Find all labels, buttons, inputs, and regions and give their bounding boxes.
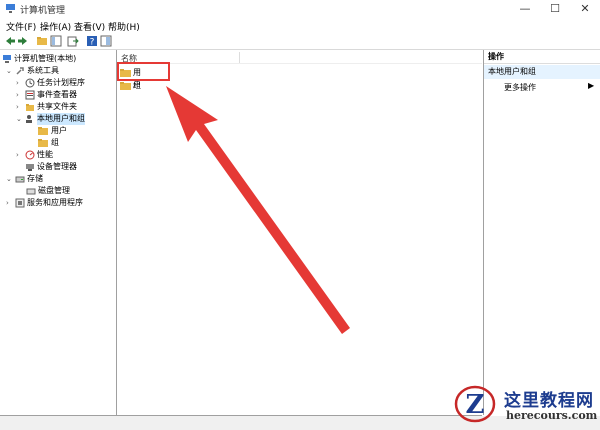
folder-up-icon[interactable] [36,35,48,47]
chevron-down-icon[interactable]: ⌄ [6,173,12,185]
back-icon[interactable] [4,35,16,47]
show-tree-icon[interactable] [50,35,62,47]
tree-storage[interactable]: ⌄ 存储 [6,173,116,185]
watermark-logo-icon: Z [454,385,496,423]
chevron-right-icon[interactable]: › [16,77,19,89]
more-actions-link[interactable]: 更多操作 [504,82,536,93]
help-icon[interactable]: ? [86,35,98,47]
panel-icon[interactable] [100,35,112,47]
tree-local-users-groups[interactable]: ⌄ 本地用户和组 [6,113,116,125]
actions-pane: 操作 本地用户和组 更多操作 ▶ [483,50,600,415]
chevron-down-icon[interactable]: ⌄ [6,65,12,77]
forward-icon[interactable] [17,35,29,47]
close-button[interactable]: ✕ [570,0,600,18]
tree-groups[interactable]: 组 [38,137,116,149]
clock-icon [25,78,35,88]
menu-action[interactable]: 操作(A) [40,20,71,33]
chevron-right-icon[interactable]: › [16,101,19,113]
services-icon [15,198,25,208]
tree-task-scheduler[interactable]: › 任务计划程序 [16,77,116,89]
computer-icon [3,55,11,63]
menu-view[interactable]: 查看(V) [74,20,105,33]
folder-icon [120,82,131,90]
menu-bar: 文件(F) 操作(A) 查看(V) 帮助(H) [0,18,600,33]
tree-event-viewer[interactable]: › 事件查看器 [16,89,116,101]
computer-management-icon [6,4,15,13]
actions-section-header[interactable]: 本地用户和组 [484,65,600,79]
export-icon[interactable] [67,35,79,47]
disk-icon [26,188,36,195]
help-glyph: ? [90,38,95,48]
tools-icon [16,67,24,75]
watermark-url: herecours.com [506,409,598,422]
event-log-icon [25,90,35,100]
folder-icon [38,139,48,147]
tree-device-manager[interactable]: 设备管理器 [16,161,116,173]
performance-icon [25,150,35,160]
folder-icon [38,127,48,135]
window-title: 计算机管理 [20,6,66,16]
users-icon [26,115,32,123]
chevron-right-icon[interactable]: › [16,89,19,101]
tree-users[interactable]: 用户 [38,125,116,137]
chevron-right-icon[interactable]: ▶ [588,81,594,90]
content-list: 名称 用户 组 [117,50,482,416]
column-separator[interactable] [239,52,240,63]
device-manager-icon [26,164,34,171]
minimize-button[interactable]: — [510,0,540,18]
tree-disk-management[interactable]: 磁盘管理 [26,185,116,197]
chevron-down-icon[interactable]: ⌄ [16,113,22,125]
maximize-button[interactable]: ☐ [540,0,570,18]
chevron-right-icon[interactable]: › [16,149,19,161]
toolbar: ? [0,33,600,50]
menu-help[interactable]: 帮助(H) [108,20,140,33]
chevron-right-icon[interactable]: › [6,197,9,209]
title-bar: 计算机管理 — ☐ ✕ [0,0,600,19]
svg-text:Z: Z [466,390,485,420]
tree-system-tools[interactable]: ⌄ 系统工具 [6,65,116,77]
tree-services-apps[interactable]: › 服务和应用程序 [6,197,116,209]
watermark: Z 这里教程网 herecours.com [453,380,599,428]
storage-icon [15,176,25,183]
shared-folder-icon [26,104,34,111]
tree-root[interactable]: 计算机管理(本地) [2,53,116,65]
header-divider [117,63,482,64]
watermark-name: 这里教程网 [504,391,594,411]
actions-title: 操作 [484,50,600,64]
menu-file[interactable]: 文件(F) [6,20,36,33]
highlight-box [117,62,170,81]
tree-performance[interactable]: › 性能 [16,149,116,161]
navigation-tree: 计算机管理(本地) ⌄ 系统工具 › 任务计划程序 › 事件查看器 › 共享文件… [0,50,117,416]
tree-shared-folders[interactable]: › 共享文件夹 [16,101,116,113]
